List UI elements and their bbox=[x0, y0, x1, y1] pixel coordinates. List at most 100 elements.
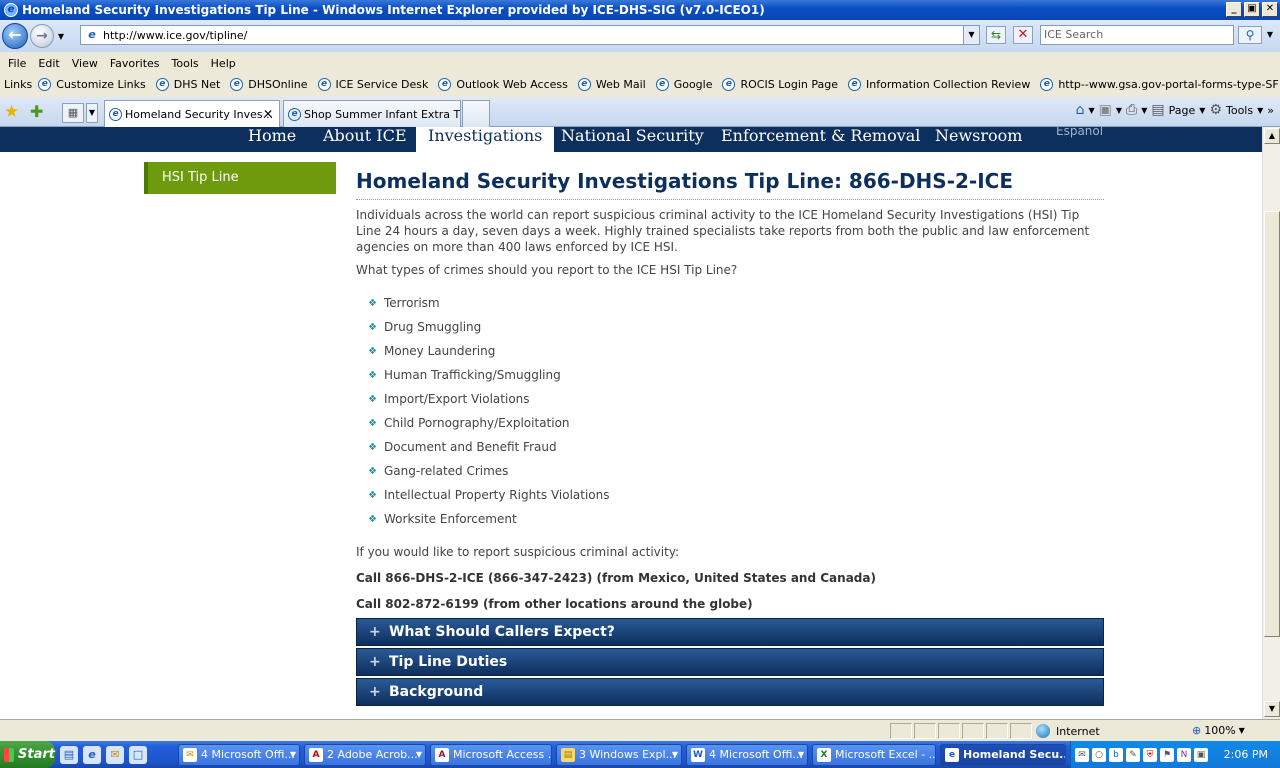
scroll-thumb[interactable] bbox=[1264, 211, 1280, 637]
close-window-button[interactable]: ✕ bbox=[1262, 2, 1278, 17]
recent-pages-dropdown[interactable]: ▼ bbox=[54, 32, 68, 41]
ie-page-icon: e bbox=[317, 77, 331, 91]
menu-help[interactable]: Help bbox=[207, 57, 244, 70]
shield-tray-icon[interactable]: ⛨ bbox=[1143, 747, 1157, 762]
ie-quicklaunch-icon[interactable]: e bbox=[83, 745, 101, 764]
home-dropdown[interactable]: ▼ bbox=[1089, 106, 1095, 115]
task-homeland-security[interactable]: e Homeland Secu... bbox=[940, 744, 1066, 766]
task-microsoft-office-2[interactable]: W4 Microsoft Offi... ▼ bbox=[686, 744, 808, 766]
task-microsoft-excel[interactable]: X Microsoft Excel - ... bbox=[812, 744, 936, 766]
zoom-dropdown-icon[interactable]: ▼ bbox=[1239, 726, 1245, 735]
link-dhs-net[interactable]: e DHS Net bbox=[155, 77, 220, 91]
new-tab-button[interactable] bbox=[462, 100, 490, 127]
system-tray: ✉ ○ b ✎ ⛨ ⚑ N ▣ 2:06 PM bbox=[1070, 741, 1280, 768]
nav-newsroom[interactable]: Newsroom bbox=[935, 127, 1022, 152]
link-web-mail[interactable]: e Web Mail bbox=[577, 77, 646, 91]
sidebar-item-hsi-tip-line[interactable]: HSI Tip Line bbox=[144, 162, 336, 194]
link-rocis-login[interactable]: e ROCIS Login Page bbox=[722, 77, 838, 91]
link-customize-links[interactable]: e Customize Links bbox=[38, 77, 146, 91]
stop-button[interactable]: ✕ bbox=[1013, 26, 1033, 44]
bullet-icon: ❖ bbox=[368, 297, 377, 309]
task-windows-explorer[interactable]: ▤ 3 Windows Expl... ▼ bbox=[556, 744, 682, 766]
link-dhsonline[interactable]: e DHSOnline bbox=[230, 77, 308, 91]
accordion-background[interactable]: + Background bbox=[356, 678, 1104, 706]
task-adobe-acrobat[interactable]: A2 Adobe Acrob... ▼ bbox=[304, 744, 426, 766]
tab-homeland-security[interactable]: e Homeland Security Inves... ✕ bbox=[104, 100, 280, 127]
list-item: ❖ Worksite Enforcement bbox=[368, 512, 517, 526]
start-button[interactable]: Start bbox=[0, 741, 55, 768]
forward-button[interactable]: → bbox=[30, 24, 54, 48]
menu-file[interactable]: File bbox=[4, 57, 34, 70]
menu-favorites[interactable]: Favorites bbox=[106, 57, 168, 70]
chevron-more-icon[interactable]: » bbox=[1267, 104, 1274, 117]
print-icon[interactable]: ⎙ bbox=[1126, 102, 1137, 118]
network-tray-icon[interactable]: ▣ bbox=[1194, 747, 1208, 762]
language-link-espanol[interactable]: Español bbox=[1056, 127, 1103, 138]
home-icon[interactable]: ⌂ bbox=[1076, 102, 1085, 118]
back-button[interactable]: ← bbox=[2, 23, 28, 49]
mail-tray-icon[interactable]: ✉ bbox=[1075, 747, 1089, 762]
scroll-down-button[interactable]: ▼ bbox=[1264, 701, 1280, 717]
search-input[interactable]: ICE Search bbox=[1040, 25, 1234, 45]
tools-menu-button[interactable]: Tools bbox=[1226, 104, 1253, 117]
print-dropdown[interactable]: ▼ bbox=[1141, 106, 1147, 115]
task-microsoft-access[interactable]: A Microsoft Access ... bbox=[430, 744, 552, 766]
plus-icon: + bbox=[369, 624, 381, 640]
outlook-tray-icon[interactable]: ○ bbox=[1092, 747, 1106, 762]
accordion-tip-line-duties[interactable]: + Tip Line Duties bbox=[356, 648, 1104, 676]
ie-page-icon: e bbox=[109, 107, 122, 121]
maximize-button[interactable]: ▣ bbox=[1244, 2, 1260, 17]
zoom-level: 100% bbox=[1204, 724, 1236, 737]
ie-alt-quicklaunch-icon[interactable]: □ bbox=[129, 745, 147, 764]
security-zone[interactable]: Internet bbox=[1036, 724, 1100, 738]
link-outlook-web-access[interactable]: e Outlook Web Access bbox=[438, 77, 568, 91]
page-menu-button[interactable]: Page bbox=[1169, 104, 1196, 117]
feeds-icon[interactable]: ▣ bbox=[1099, 102, 1112, 118]
link-gsa-forms[interactable]: e http--www.gsa.gov-portal-forms-type-SF bbox=[1040, 77, 1279, 91]
onenote-tray-icon[interactable]: N bbox=[1177, 747, 1191, 762]
favorites-star-icon[interactable]: ★ bbox=[4, 102, 19, 122]
search-button[interactable]: ⚲ bbox=[1238, 26, 1262, 44]
pen-tray-icon[interactable]: ✎ bbox=[1126, 747, 1140, 762]
nav-investigations[interactable]: Investigations bbox=[416, 127, 555, 152]
ie-page-icon: e bbox=[438, 77, 452, 91]
refresh-button[interactable]: ⇆ bbox=[986, 26, 1006, 44]
tab-shop-summer-infant[interactable]: e Shop Summer Infant Extra T... bbox=[283, 100, 461, 127]
search-options-dropdown[interactable]: ▼ bbox=[1264, 26, 1276, 44]
address-bar[interactable]: e http://www.ice.gov/tipline/ ▼ bbox=[80, 25, 980, 45]
quick-tabs-button[interactable]: ▦ bbox=[62, 103, 84, 123]
page-menu-icon: ▤ bbox=[1151, 102, 1165, 118]
clock: 2:06 PM bbox=[1223, 748, 1268, 761]
address-dropdown-button[interactable]: ▼ bbox=[963, 26, 979, 44]
task-microsoft-office-1[interactable]: ✉ 4 Microsoft Offi... ▼ bbox=[178, 744, 300, 766]
acrobat-icon: A bbox=[309, 748, 323, 762]
nav-home[interactable]: Home bbox=[248, 127, 296, 152]
show-desktop-icon[interactable]: ▤ bbox=[60, 745, 78, 764]
outlook-quicklaunch-icon[interactable]: ✉ bbox=[106, 745, 124, 764]
bluetooth-tray-icon[interactable]: b bbox=[1109, 747, 1123, 762]
accordion-callers-expect[interactable]: + What Should Callers Expect? bbox=[356, 618, 1104, 646]
nav-national-security[interactable]: National Security bbox=[561, 127, 704, 152]
nav-about-ice[interactable]: About ICE bbox=[323, 127, 407, 152]
tools-dropdown[interactable]: ▼ bbox=[1257, 106, 1263, 115]
tab-list-dropdown[interactable]: ▼ bbox=[86, 103, 98, 123]
add-favorites-icon[interactable]: ✚ bbox=[30, 102, 43, 121]
minimize-button[interactable]: _ bbox=[1226, 2, 1242, 17]
feeds-dropdown[interactable]: ▼ bbox=[1116, 106, 1122, 115]
link-google[interactable]: e Google bbox=[655, 77, 712, 91]
address-toolbar: ← → ▼ e http://www.ice.gov/tipline/ ▼ ⇆ … bbox=[0, 20, 1280, 52]
link-information-collection-review[interactable]: e Information Collection Review bbox=[848, 77, 1030, 91]
menu-tools[interactable]: Tools bbox=[168, 57, 207, 70]
address-url[interactable]: http://www.ice.gov/tipline/ bbox=[103, 29, 247, 42]
close-tab-icon[interactable]: ✕ bbox=[263, 107, 273, 121]
scroll-up-button[interactable]: ▲ bbox=[1264, 128, 1280, 144]
nav-enforcement-removal[interactable]: Enforcement & Removal bbox=[721, 127, 920, 152]
security-tray-icon[interactable]: ⚑ bbox=[1160, 747, 1174, 762]
vertical-scrollbar[interactable]: ▲ ▼ bbox=[1262, 127, 1280, 719]
link-ice-service-desk[interactable]: e ICE Service Desk bbox=[317, 77, 428, 91]
page-dropdown[interactable]: ▼ bbox=[1199, 106, 1205, 115]
zoom-control[interactable]: ⊕ 100% ▼ bbox=[1192, 724, 1245, 737]
menu-view[interactable]: View bbox=[68, 57, 106, 70]
status-segment bbox=[986, 723, 1008, 739]
menu-edit[interactable]: Edit bbox=[34, 57, 67, 70]
